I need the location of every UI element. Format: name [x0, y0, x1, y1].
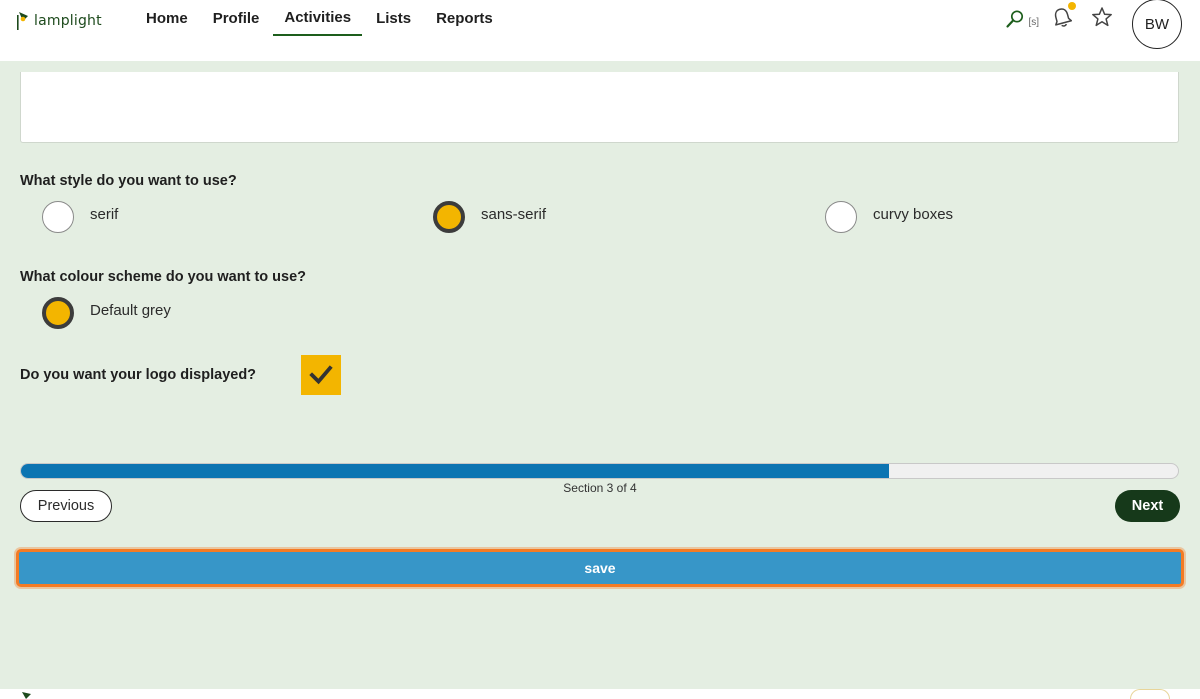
- text-area-field[interactable]: [20, 72, 1179, 143]
- previous-button[interactable]: Previous: [20, 490, 112, 522]
- radio-style-curvy-boxes[interactable]: [825, 201, 857, 233]
- radio-colour-default-grey-label: Default grey: [90, 302, 171, 319]
- search-icon: [1006, 10, 1024, 28]
- footer: [0, 689, 1200, 699]
- progress-bar: [20, 463, 1179, 479]
- header-actions: [s] BW: [1005, 0, 1182, 49]
- logo-checkbox[interactable]: [301, 355, 341, 395]
- logo-text: lamplight: [34, 13, 102, 29]
- user-avatar[interactable]: BW: [1132, 0, 1182, 49]
- nav-item-home[interactable]: Home: [135, 0, 199, 36]
- section-indicator: Section 3 of 4: [563, 481, 637, 495]
- star-icon: [1092, 6, 1112, 26]
- radio-style-sans-serif[interactable]: [433, 201, 465, 233]
- radio-style-serif[interactable]: [42, 201, 74, 233]
- logo-question: Do you want your logo displayed?: [20, 367, 257, 383]
- favourites-button[interactable]: [1091, 6, 1113, 33]
- footer-badge: [1130, 689, 1170, 699]
- footer-lamp-icon: [22, 692, 31, 699]
- radio-colour-default-grey[interactable]: [42, 297, 74, 329]
- checkmark-icon: [309, 365, 333, 385]
- search-button[interactable]: [s]: [1005, 9, 1039, 29]
- progress-bar-fill: [21, 464, 889, 478]
- nav-item-activities[interactable]: Activities: [273, 0, 363, 36]
- style-question: What style do you want to use?: [20, 173, 237, 189]
- colour-question: What colour scheme do you want to use?: [20, 269, 306, 285]
- radio-style-serif-label: serif: [90, 206, 119, 223]
- nav-item-lists[interactable]: Lists: [365, 0, 422, 36]
- main-nav: Home Profile Activities Lists Reports: [135, 0, 507, 36]
- notifications-button[interactable]: [1051, 1, 1076, 33]
- next-button[interactable]: Next: [1115, 490, 1180, 522]
- lamp-icon: [17, 12, 28, 30]
- notification-dot: [1068, 1, 1076, 10]
- lamplight-logo[interactable]: lamplight: [17, 6, 102, 30]
- top-navbar: lamplight Home Profile Activities Lists …: [0, 0, 1200, 61]
- search-shortcut-hint: [s]: [1028, 16, 1039, 28]
- nav-item-reports[interactable]: Reports: [425, 0, 504, 36]
- radio-style-sans-serif-label: sans-serif: [481, 206, 547, 223]
- nav-item-profile[interactable]: Profile: [202, 0, 271, 36]
- radio-style-curvy-boxes-label: curvy boxes: [873, 206, 954, 223]
- save-button[interactable]: save: [16, 549, 1184, 587]
